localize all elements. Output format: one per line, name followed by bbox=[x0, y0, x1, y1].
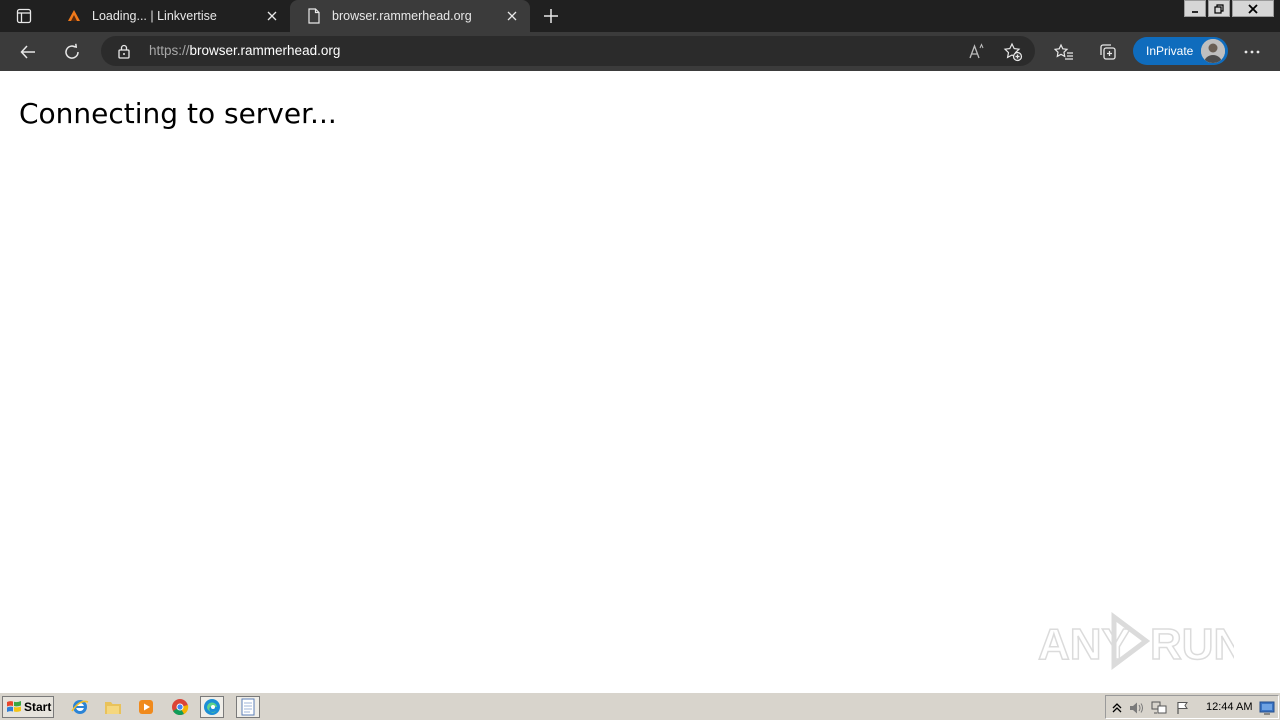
avatar bbox=[1201, 39, 1225, 63]
tab-rammerhead[interactable]: browser.rammerhead.org bbox=[290, 0, 530, 32]
collections-icon[interactable] bbox=[1095, 39, 1121, 65]
linkvertise-icon bbox=[66, 8, 82, 24]
action-center-flag-icon[interactable] bbox=[1175, 700, 1191, 716]
media-player-icon[interactable] bbox=[134, 696, 158, 718]
tab-actions-icon[interactable] bbox=[10, 7, 38, 25]
more-options-icon[interactable] bbox=[1239, 39, 1265, 65]
minimize-icon[interactable] bbox=[1184, 0, 1206, 17]
back-icon[interactable] bbox=[15, 39, 41, 65]
ie-icon[interactable] bbox=[68, 696, 92, 718]
inprivate-button[interactable]: InPrivate bbox=[1133, 37, 1228, 65]
lock-icon[interactable] bbox=[117, 43, 131, 63]
notepad-icon[interactable] bbox=[236, 696, 260, 718]
favorites-icon[interactable] bbox=[1051, 39, 1077, 65]
show-desktop-icon[interactable] bbox=[1259, 700, 1275, 716]
windows-logo-icon bbox=[7, 701, 21, 712]
edge-icon[interactable] bbox=[200, 696, 224, 718]
tab-title: browser.rammerhead.org bbox=[332, 9, 472, 23]
url-scheme: https:// bbox=[149, 43, 190, 58]
url-host: browser.rammerhead.org bbox=[189, 43, 341, 58]
inprivate-label: InPrivate bbox=[1146, 44, 1194, 58]
page-content: Connecting to server... ANY RUN bbox=[0, 71, 1280, 692]
status-message: Connecting to server... bbox=[19, 97, 337, 130]
watermark-right-text: RUN bbox=[1150, 620, 1234, 669]
add-favorite-icon[interactable] bbox=[1000, 39, 1026, 65]
page-icon bbox=[306, 8, 322, 24]
clock[interactable]: 12:44 AM bbox=[1206, 701, 1252, 713]
taskbar: Start 12:44 AM bbox=[0, 692, 1280, 720]
start-label: Start bbox=[24, 700, 52, 714]
system-tray: 12:44 AM bbox=[1105, 695, 1279, 719]
volume-icon[interactable] bbox=[1129, 700, 1145, 716]
chrome-icon[interactable] bbox=[168, 696, 192, 718]
close-tab-icon[interactable] bbox=[502, 6, 522, 26]
tab-strip: Loading... | Linkvertise browser.rammerh… bbox=[0, 0, 1280, 32]
anyrun-watermark: ANY RUN bbox=[1037, 611, 1246, 671]
network-icon[interactable] bbox=[1151, 700, 1167, 716]
tab-linkvertise[interactable]: Loading... | Linkvertise bbox=[50, 0, 290, 32]
url-text[interactable]: https://browser.rammerhead.org bbox=[149, 43, 340, 58]
browser-toolbar: https://browser.rammerhead.org InPrivate bbox=[0, 32, 1280, 71]
new-tab-icon[interactable] bbox=[540, 6, 562, 26]
read-aloud-icon[interactable] bbox=[964, 39, 990, 65]
refresh-icon[interactable] bbox=[59, 39, 85, 65]
explorer-icon[interactable] bbox=[101, 696, 125, 718]
address-bar[interactable]: https://browser.rammerhead.org bbox=[101, 36, 1035, 66]
show-hidden-icons-icon[interactable] bbox=[1109, 700, 1125, 716]
tab-title: Loading... | Linkvertise bbox=[92, 9, 217, 23]
restore-icon[interactable] bbox=[1208, 0, 1230, 17]
close-window-icon[interactable] bbox=[1232, 0, 1274, 17]
start-button[interactable]: Start bbox=[2, 696, 54, 718]
close-tab-icon[interactable] bbox=[262, 6, 282, 26]
